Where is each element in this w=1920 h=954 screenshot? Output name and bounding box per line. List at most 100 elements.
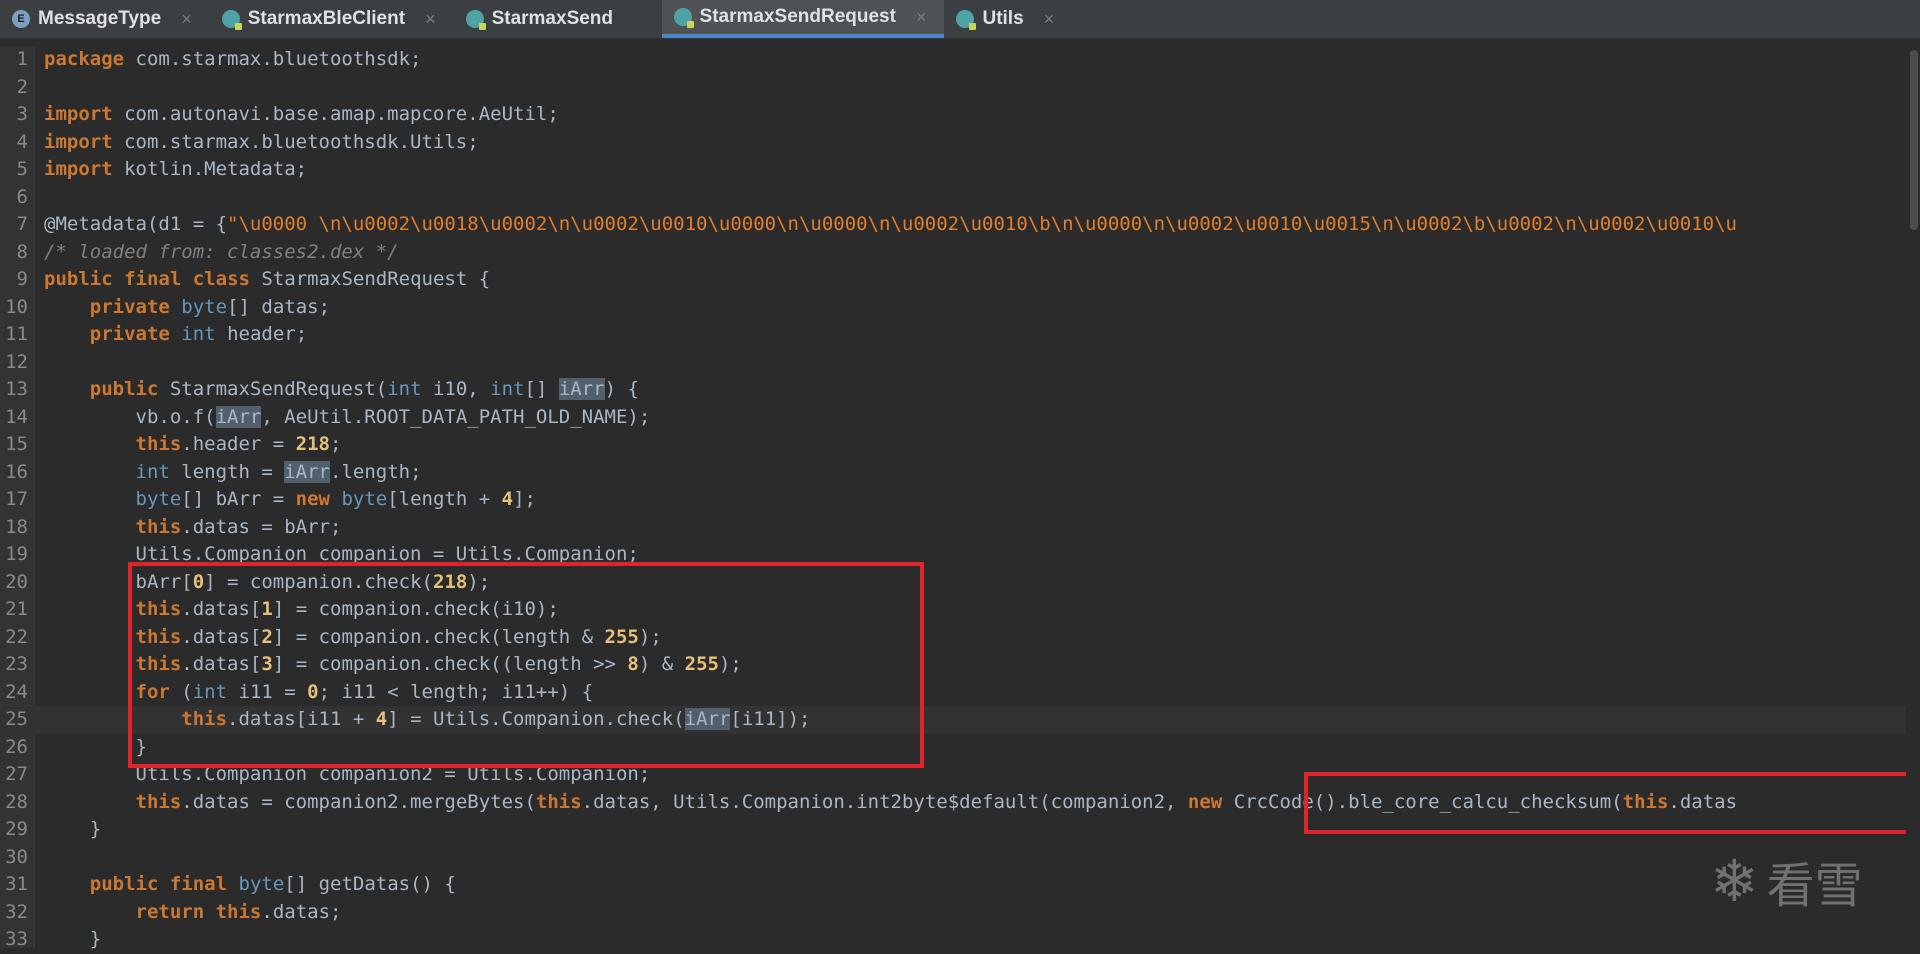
code-token: int (181, 323, 216, 345)
code-token: import (44, 158, 113, 180)
code-token: [] bArr = (181, 488, 296, 510)
code-token: int (387, 378, 422, 400)
line-number: 28 (5, 790, 28, 813)
code-token: i10, (421, 378, 491, 400)
code-token: StarmaxSendRequest( (158, 378, 388, 400)
tab-starmaxbleclient[interactable]: StarmaxBleClient × (210, 0, 454, 38)
code-token: [length + (387, 488, 502, 510)
code-line[interactable]: 1 package com.starmax.bluetoothsdk; (0, 46, 1920, 74)
code-token: 4 (501, 488, 514, 510)
code-token: "\u0000 \n\u0002\u0018\u0002\n\u0002\u00… (227, 213, 1737, 235)
code-token: final (169, 873, 228, 895)
code-token: private (89, 295, 170, 318)
line-number: 33 (5, 928, 28, 950)
code-token: .datas = bArr; (181, 515, 342, 538)
code-token: byte (341, 488, 388, 510)
vertical-scrollbar[interactable] (1906, 46, 1920, 948)
code-line[interactable]: 6 (0, 184, 1920, 212)
line-number: 12 (5, 350, 28, 373)
line-number: 9 (16, 268, 28, 290)
line-number: 13 (5, 378, 28, 400)
code-line[interactable]: 9 public final class StarmaxSendRequest { (0, 266, 1920, 294)
code-line[interactable]: 30 (0, 844, 1920, 872)
line-number: 2 (16, 75, 28, 98)
code-line[interactable]: 8 /* loaded from: classes2.dex */ (0, 239, 1920, 267)
code-line[interactable]: 32 return this.datas; (0, 899, 1920, 927)
code-line[interactable]: 10 private byte[] datas; (0, 294, 1920, 322)
snowflake-icon: ❄ (1710, 847, 1759, 915)
code-token: public (44, 268, 113, 290)
close-icon[interactable]: × (181, 9, 192, 30)
code-line[interactable]: 13 public StarmaxSendRequest(int i10, in… (0, 376, 1920, 404)
code-token: private (89, 323, 170, 345)
close-icon[interactable]: × (1044, 9, 1055, 30)
line-number: 8 (16, 240, 28, 263)
code-token: byte (181, 295, 228, 318)
code-line[interactable]: 7 @Metadata(d1 = {"\u0000 \n\u0002\u0018\… (0, 211, 1920, 239)
code-token: iArr (284, 460, 330, 483)
line-number: 1 (16, 48, 28, 70)
code-line[interactable]: 18 this.datas = bArr; (0, 514, 1920, 542)
code-line[interactable]: 33 } (0, 926, 1920, 954)
class-icon (956, 10, 977, 30)
code-token: } (89, 928, 102, 950)
code-token: vb.o.f( (135, 405, 216, 428)
code-token: [] datas; (227, 295, 331, 318)
line-number: 19 (5, 543, 28, 565)
highlight-box-checksum-loop (128, 562, 924, 768)
scrollbar-thumb[interactable] (1910, 50, 1918, 230)
tab-label: StarmaxSendRequest (699, 6, 896, 27)
line-number: 6 (16, 185, 28, 208)
code-line[interactable]: 3 import com.autonavi.base.amap.mapcore.A… (0, 101, 1920, 129)
code-line[interactable]: 16 int length = iArr.length; (0, 459, 1920, 487)
code-token: import (44, 103, 113, 125)
code-token: length = (169, 460, 285, 483)
line-number: 3 (16, 103, 28, 125)
code-line[interactable]: 14 vb.o.f(iArr, AeUtil.ROOT_DATA_PATH_OL… (0, 404, 1920, 432)
line-number: 31 (5, 873, 28, 895)
code-token: this (215, 900, 262, 923)
line-number: 14 (5, 405, 28, 428)
enum-icon: E (12, 10, 30, 28)
code-token: ]; (513, 488, 536, 510)
code-line[interactable]: 31 public final byte[] getDatas() { (0, 871, 1920, 899)
code-line[interactable]: 4 import com.starmax.bluetoothsdk.Utils; (0, 129, 1920, 157)
code-token: int (135, 460, 170, 483)
code-line[interactable]: 17 byte[] bArr = new byte[length + 4]; (0, 486, 1920, 514)
code-token: this (135, 515, 182, 538)
code-line[interactable]: 11 private int header; (0, 321, 1920, 349)
tab-starmaxsendrequest[interactable]: StarmaxSendRequest × (661, 0, 945, 38)
line-number: 10 (5, 295, 28, 318)
code-token: new (295, 488, 330, 510)
code-token: header; (215, 323, 308, 345)
tab-utils[interactable]: Utils × (944, 0, 1072, 38)
code-token: com.autonavi.base.amap.mapcore.AeUtil; (112, 103, 559, 125)
line-number: 20 (5, 570, 28, 593)
code-token: this (535, 790, 582, 813)
code-token: } (89, 818, 102, 840)
close-icon[interactable]: × (425, 9, 436, 30)
line-number: 26 (5, 735, 28, 758)
close-icon[interactable]: × (916, 7, 927, 28)
code-token: return (135, 900, 205, 923)
tab-messagetype[interactable]: E MessageType × (0, 0, 210, 38)
line-number: 27 (5, 763, 28, 785)
code-token: .header = (181, 433, 296, 455)
code-token: .datas; (261, 900, 342, 923)
code-token: ; (330, 433, 342, 455)
tab-starmaxsend[interactable]: StarmaxSend × (454, 0, 662, 38)
line-number: 22 (5, 625, 28, 648)
code-line[interactable]: 5 import kotlin.Metadata; (0, 156, 1920, 184)
line-number: 16 (5, 460, 28, 483)
code-token: new (1187, 790, 1223, 813)
code-token: iArr (558, 378, 605, 400)
watermark: ❄ 看雪 (1710, 846, 1863, 916)
code-line[interactable]: 12 (0, 349, 1920, 377)
code-line[interactable]: 15 this.header = 218; (0, 431, 1920, 459)
code-line[interactable]: 2 (0, 74, 1920, 102)
code-token: , AeUtil.ROOT_DATA_PATH_OLD_NAME); (261, 405, 651, 428)
code-token: kotlin.Metadata; (112, 158, 308, 180)
line-number: 24 (5, 680, 28, 703)
line-number: 4 (16, 130, 28, 153)
code-token: .datas, Utils.Companion.int2byte$default… (581, 790, 1188, 813)
